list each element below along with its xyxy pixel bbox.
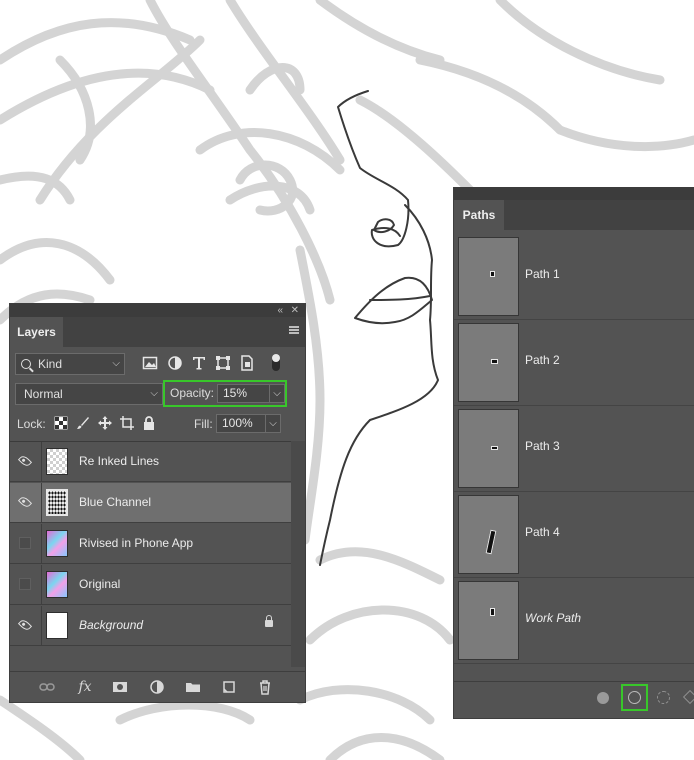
tab-bar: Paths xyxy=(454,200,694,230)
path-row-work-path[interactable]: Work Path xyxy=(454,578,694,664)
layer-name: Blue Channel xyxy=(79,495,152,509)
chevron-down-icon: ⌵ xyxy=(112,358,120,369)
filter-toggle[interactable] xyxy=(272,354,280,371)
image-filter-icon[interactable] xyxy=(142,355,158,371)
fill-input[interactable]: 100% xyxy=(216,414,266,433)
panel-menu-icon[interactable] xyxy=(289,326,299,334)
visibility-toggle[interactable] xyxy=(10,524,42,563)
layer-row-background[interactable]: Background xyxy=(10,606,291,646)
folder-icon[interactable] xyxy=(185,679,201,695)
fill-path-icon[interactable] xyxy=(597,692,609,704)
layer-row-original[interactable]: Original xyxy=(10,565,291,605)
path-row-path-4[interactable]: Path 4 xyxy=(454,492,694,578)
opacity-slider-toggle[interactable]: ⌵ xyxy=(269,384,285,403)
load-selection-icon[interactable] xyxy=(657,691,670,704)
panel-header-bar xyxy=(454,187,694,200)
layer-list: Re Inked Lines Blue Channel Rivised in P… xyxy=(10,441,291,648)
tab-paths[interactable]: Paths xyxy=(454,200,504,230)
type-filter-icon[interactable] xyxy=(191,355,207,371)
fx-icon[interactable]: fx xyxy=(77,679,93,695)
layer-thumbnail xyxy=(46,612,68,639)
visibility-off-icon xyxy=(19,578,31,590)
path-thumbnail xyxy=(458,581,519,660)
layer-row-rivised-in-phone-app[interactable]: Rivised in Phone App xyxy=(10,524,291,564)
layer-list-scrollbar[interactable] xyxy=(291,441,305,667)
layer-thumbnail xyxy=(46,489,68,516)
close-icon[interactable]: ✕ xyxy=(291,304,299,317)
panel-header-bar: « ✕ xyxy=(10,304,305,317)
blend-mode-select[interactable]: Normal ⌵ xyxy=(15,383,163,405)
eye-icon xyxy=(17,617,33,633)
lock-icon[interactable] xyxy=(265,615,273,627)
eye-icon xyxy=(17,494,33,510)
layers-bottom-bar: fx xyxy=(10,671,305,702)
tab-bar: Layers xyxy=(10,317,305,347)
chevron-down-icon: ⌵ xyxy=(273,388,281,399)
opacity-highlight: Opacity: 15% ⌵ xyxy=(163,380,287,407)
lock-artboard-icon[interactable] xyxy=(120,416,134,430)
collapse-icon[interactable]: « xyxy=(277,304,283,317)
make-work-path-icon[interactable] xyxy=(682,689,694,705)
path-name: Work Path xyxy=(525,611,582,625)
path-thumbnail xyxy=(458,495,519,574)
lock-transparent-icon[interactable] xyxy=(54,416,68,430)
lock-row: Lock: Fill: 100% ⌵ xyxy=(10,412,305,436)
new-layer-icon[interactable] xyxy=(221,679,237,695)
mask-icon[interactable] xyxy=(112,679,128,695)
layer-name: Re Inked Lines xyxy=(79,454,160,468)
path-name: Path 2 xyxy=(525,353,560,367)
fill-label: Fill: xyxy=(194,417,213,431)
tab-layers[interactable]: Layers xyxy=(10,317,63,347)
opacity-label: Opacity: xyxy=(170,386,215,400)
path-name: Path 1 xyxy=(525,267,560,281)
adjustment-icon[interactable] xyxy=(149,679,165,695)
shape-filter-icon[interactable] xyxy=(215,355,231,371)
layers-panel: « ✕ Layers Kind ⌵ Normal ⌵ Opacity: 15% … xyxy=(9,303,306,703)
chevron-down-icon: ⌵ xyxy=(269,418,277,429)
stroke-path-icon xyxy=(628,691,641,704)
opacity-input[interactable]: 15% xyxy=(217,384,271,403)
layer-thumbnail xyxy=(46,571,68,598)
filter-kind-select[interactable]: Kind ⌵ xyxy=(15,353,125,375)
paths-bottom-bar xyxy=(454,681,694,718)
smart-object-filter-icon[interactable] xyxy=(239,355,255,371)
layer-name: Rivised in Phone App xyxy=(79,536,194,550)
lock-pixels-icon[interactable] xyxy=(76,416,90,430)
filter-kind-label: Kind xyxy=(38,357,63,371)
fill-slider-toggle[interactable]: ⌵ xyxy=(265,414,281,433)
layer-thumbnail xyxy=(46,448,68,475)
path-thumbnail xyxy=(458,237,519,316)
lock-label: Lock: xyxy=(17,417,46,431)
lock-position-icon[interactable] xyxy=(98,416,112,430)
path-thumbnail xyxy=(458,323,519,402)
adjustment-filter-icon[interactable] xyxy=(167,355,183,371)
visibility-off-icon xyxy=(19,537,31,549)
blend-mode-value: Normal xyxy=(24,387,63,401)
visibility-toggle[interactable] xyxy=(10,606,42,645)
path-row-path-3[interactable]: Path 3 xyxy=(454,406,694,492)
visibility-toggle[interactable] xyxy=(10,442,42,481)
search-icon xyxy=(21,359,31,369)
layer-name: Background xyxy=(79,618,144,632)
stroke-path-highlight[interactable] xyxy=(621,684,648,711)
visibility-toggle[interactable] xyxy=(10,565,42,604)
paths-list: Path 1 Path 2 Path 3 Path 4 Work Path xyxy=(454,234,694,664)
eye-icon xyxy=(17,453,33,469)
layer-thumbnail xyxy=(46,530,68,557)
paths-panel: Paths Path 1 Path 2 Path 3 Path 4 Work P… xyxy=(453,187,694,719)
path-row-path-2[interactable]: Path 2 xyxy=(454,320,694,406)
layer-row-re-inked-lines[interactable]: Re Inked Lines xyxy=(10,442,291,482)
path-name: Path 4 xyxy=(525,525,560,539)
path-thumbnail xyxy=(458,409,519,488)
layer-row-blue-channel[interactable]: Blue Channel xyxy=(10,483,291,523)
link-icon[interactable] xyxy=(39,679,55,695)
path-name: Path 3 xyxy=(525,439,560,453)
lock-all-icon[interactable] xyxy=(142,416,156,430)
visibility-toggle[interactable] xyxy=(10,483,42,522)
trash-icon[interactable] xyxy=(257,679,273,695)
path-row-path-1[interactable]: Path 1 xyxy=(454,234,694,320)
chevron-down-icon: ⌵ xyxy=(150,388,158,399)
layer-name: Original xyxy=(79,577,121,591)
